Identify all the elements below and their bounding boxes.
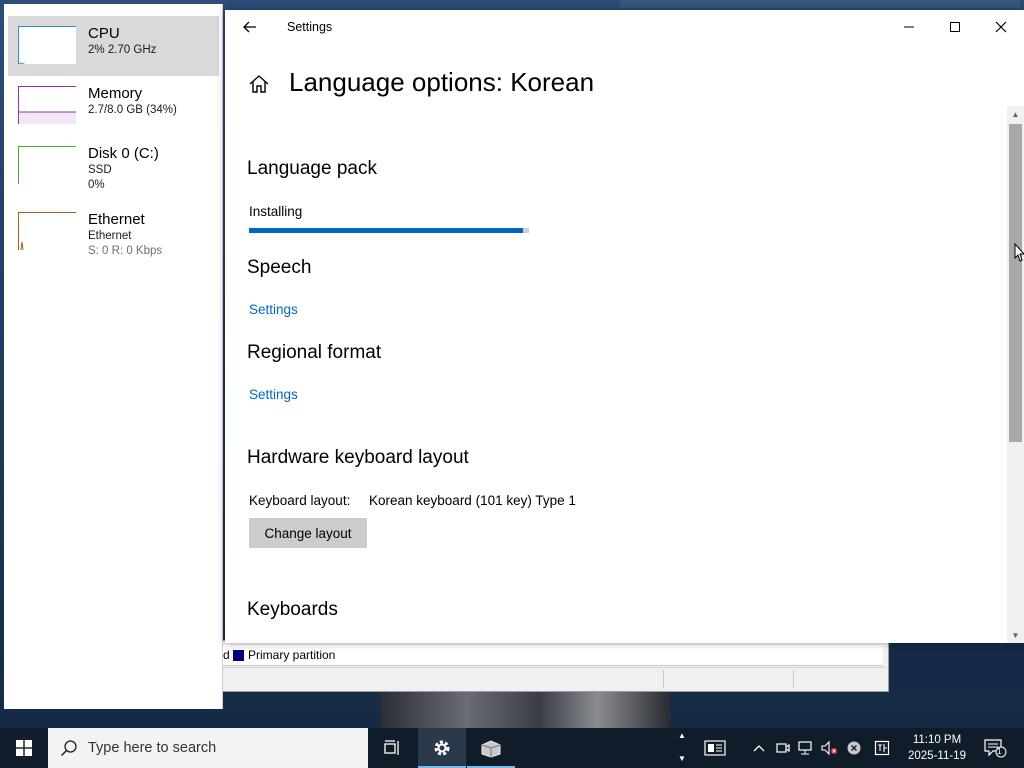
back-button[interactable] [235, 14, 265, 40]
performance-item-memory[interactable]: Memory 2.7/8.0 GB (34%) [8, 76, 219, 136]
clock-time: 11:10 PM [912, 734, 962, 746]
title-bar: Settings [225, 10, 1024, 44]
scroll-thumb[interactable] [1009, 124, 1022, 442]
maximize-button[interactable] [932, 10, 978, 44]
hardware-keyboard-heading: Hardware keyboard layout [247, 447, 469, 468]
minimize-button[interactable] [886, 10, 932, 44]
memory-graph [18, 86, 76, 124]
meet-now-icon[interactable] [774, 739, 792, 757]
settings-window: Settings Language options: Korean Langua… [225, 10, 1024, 643]
regional-format-heading: Regional format [247, 342, 382, 363]
home-icon[interactable] [247, 72, 271, 96]
input-method-icon[interactable] [873, 739, 891, 757]
error-status-icon[interactable] [845, 739, 863, 757]
primary-partition-swatch [233, 650, 244, 661]
search-icon [60, 740, 77, 757]
gear-icon [434, 740, 450, 756]
back-arrow-icon [243, 21, 256, 33]
notification-center-icon[interactable]: 1 [983, 739, 1007, 758]
legend-label: Primary partition [248, 648, 336, 662]
task-manager-performance-panel: CPU 2% 2.70 GHz Memory 2.7/8.0 GB (34%) … [4, 4, 223, 709]
ethernet-adapter: Ethernet [88, 230, 132, 242]
minimize-icon [904, 26, 914, 28]
task-view-button[interactable] [368, 728, 416, 768]
regional-settings-link[interactable]: Settings [249, 387, 298, 402]
disk-title: Disk 0 (C:) [88, 145, 159, 162]
status-bar [223, 667, 886, 690]
ethernet-graph [18, 212, 76, 250]
install-status: Installing [249, 204, 303, 219]
performance-item-disk[interactable]: Disk 0 (C:) SSD 0% [8, 136, 219, 196]
change-layout-button[interactable]: Change layout [249, 518, 367, 548]
memory-title: Memory [88, 85, 143, 102]
mouse-cursor-icon [1014, 243, 1024, 262]
keyboards-heading: Keyboards [247, 599, 338, 620]
system-clock[interactable]: 11:10 PM 2025-11-19 [898, 732, 976, 764]
disk-type: SSD [88, 164, 112, 176]
network-icon[interactable] [797, 739, 815, 757]
chevron-down-icon: ▼ [678, 754, 686, 763]
clock-date: 2025-11-19 [908, 750, 966, 762]
close-button[interactable] [978, 10, 1024, 44]
vertical-scrollbar[interactable]: ▲ ▼ [1007, 106, 1024, 643]
speech-heading: Speech [247, 257, 312, 278]
search-box[interactable]: Type here to search [48, 728, 368, 768]
performance-item-cpu[interactable]: CPU 2% 2.70 GHz [8, 16, 219, 76]
task-view-icon [384, 740, 399, 755]
volume-muted-icon[interactable] [820, 739, 838, 757]
ethernet-throughput: S: 0 R: 0 Kbps [88, 245, 163, 257]
cpu-title: CPU [88, 25, 120, 42]
chevron-up-icon: ▲ [678, 731, 686, 740]
search-placeholder: Type here to search [88, 740, 217, 756]
city-skyline-image [380, 690, 670, 728]
taskbar-app-install[interactable] [467, 728, 515, 768]
app-title: Settings [287, 20, 333, 34]
install-progress-bar [249, 228, 529, 233]
install-progress-fill [249, 228, 524, 233]
performance-item-ethernet[interactable]: Ethernet Ethernet S: 0 R: 0 Kbps [8, 202, 219, 262]
close-icon [995, 21, 1007, 33]
language-pack-heading: Language pack [247, 158, 377, 179]
disk-usage: 0% [88, 179, 105, 191]
disk-graph [18, 146, 76, 184]
news-widget-icon[interactable] [703, 739, 727, 757]
partition-legend-row: d Primary partition [223, 645, 883, 666]
cpu-usage: 2% 2.70 GHz [88, 44, 157, 56]
taskbar: Type here to search ▲ ▼ 11:10 PM 2025-11… [0, 728, 1024, 768]
installer-box-icon [481, 740, 501, 758]
windows-logo-icon [16, 740, 32, 756]
ethernet-title: Ethernet [88, 211, 145, 228]
keyboard-layout-value: Korean keyboard (101 key) Type 1 [369, 493, 576, 508]
scroll-down-arrow-icon[interactable]: ▼ [1007, 627, 1024, 643]
scroll-up-arrow-icon[interactable]: ▲ [1007, 106, 1024, 122]
taskbar-overflow-arrows[interactable]: ▲ ▼ [675, 728, 691, 768]
page-title: Language options: Korean [289, 67, 595, 97]
cpu-graph [18, 26, 76, 64]
memory-usage: 2.7/8.0 GB (34%) [88, 104, 177, 116]
disk-management-window: d Primary partition [222, 640, 889, 692]
taskbar-settings-app[interactable] [418, 728, 466, 768]
speech-settings-link[interactable]: Settings [249, 302, 298, 317]
start-button[interactable] [0, 728, 48, 768]
chevron-up-tray-icon[interactable] [750, 739, 768, 757]
maximize-icon [950, 22, 960, 32]
keyboard-layout-label: Keyboard layout: [249, 493, 351, 508]
notification-count-badge: 1 [997, 747, 1002, 756]
